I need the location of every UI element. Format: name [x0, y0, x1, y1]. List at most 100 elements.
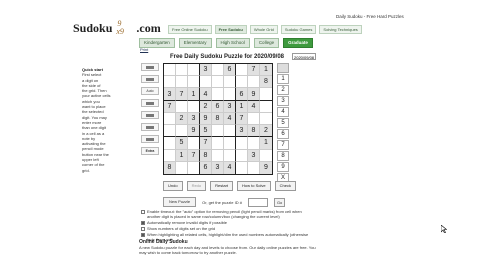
grid-cell[interactable]	[224, 125, 236, 138]
highlight-tool-button[interactable]	[141, 123, 159, 131]
grid-cell[interactable]: 9	[188, 125, 200, 138]
grid-tool-button[interactable]	[141, 135, 159, 143]
grid-cell[interactable]	[236, 161, 248, 174]
grid-cell[interactable]: 7	[164, 100, 176, 113]
grid-cell[interactable]: 8	[248, 125, 260, 138]
how-to-solve-button[interactable]: How to Solve	[237, 181, 271, 191]
eraser-tool-button[interactable]	[141, 99, 159, 107]
grid-cell[interactable]: 3	[236, 125, 248, 138]
grid-cell[interactable]	[212, 137, 224, 150]
grid-cell[interactable]: 1	[188, 88, 200, 101]
digit-button[interactable]: 5	[277, 118, 289, 128]
grid-cell[interactable]: 3	[164, 88, 176, 101]
grid-cell[interactable]	[224, 137, 236, 150]
pencil-tool-button[interactable]	[141, 63, 159, 71]
grid-cell[interactable]	[212, 149, 224, 162]
grid-cell[interactable]: 7	[200, 137, 212, 150]
level-graduate[interactable]: Graduate	[283, 38, 313, 48]
grid-cell[interactable]	[176, 64, 188, 77]
redo-button[interactable]: Redo	[186, 181, 207, 191]
grid-cell[interactable]	[224, 88, 236, 101]
option-checkbox[interactable]	[141, 209, 145, 214]
grid-cell[interactable]: 6	[212, 100, 224, 113]
grid-cell[interactable]: 3	[248, 149, 260, 162]
nav-tab-games[interactable]: Sudoku Games	[280, 25, 317, 34]
digit-button[interactable]: 8	[277, 151, 289, 161]
grid-cell[interactable]: 4	[248, 100, 260, 113]
grid-cell[interactable]	[260, 100, 272, 113]
grid-cell[interactable]: 7	[188, 149, 200, 162]
grid-cell[interactable]: 8	[260, 76, 272, 89]
print-link[interactable]: Print	[140, 47, 148, 52]
grid-cell[interactable]	[164, 112, 176, 126]
grid-cell[interactable]	[260, 88, 272, 101]
grid-cell[interactable]: 4	[200, 88, 212, 101]
grid-cell[interactable]: 3	[200, 64, 212, 77]
nav-tab-online[interactable]: Free Online Sudoku	[168, 25, 212, 34]
grid-cell[interactable]: 8	[200, 149, 212, 162]
grid-cell[interactable]	[236, 76, 248, 89]
grid-cell[interactable]: 7	[248, 64, 260, 77]
new-puzzle-button[interactable]: New Puzzle	[163, 197, 197, 207]
grid-cell[interactable]	[236, 64, 248, 77]
tool-auto-button[interactable]: Auto	[141, 87, 159, 95]
digit-button[interactable]: 3	[277, 96, 289, 106]
grid-cell[interactable]	[248, 137, 260, 150]
grid-cell[interactable]	[200, 76, 212, 89]
grid-cell[interactable]	[212, 88, 224, 101]
grid-cell[interactable]: 5	[200, 125, 212, 138]
date-select[interactable]: 2020/09/08	[292, 53, 316, 60]
grid-cell[interactable]	[188, 137, 200, 150]
grid-cell[interactable]: 2	[200, 100, 212, 113]
grid-cell[interactable]	[188, 100, 200, 113]
grid-cell[interactable]: 4	[224, 161, 236, 174]
grid-cell[interactable]	[224, 76, 236, 89]
restart-button[interactable]: Restart	[210, 181, 234, 191]
grid-cell[interactable]	[164, 125, 176, 138]
nav-tab-free-sudoku[interactable]: Free Sudoku	[214, 25, 247, 34]
grid-cell[interactable]	[236, 137, 248, 150]
option-checkbox[interactable]	[141, 220, 145, 225]
grid-cell[interactable]	[176, 100, 188, 113]
top-right-link[interactable]: Daily Sudoku - Free Hard Puzzles	[336, 14, 404, 19]
grid-cell[interactable]	[212, 76, 224, 89]
grid-cell[interactable]	[188, 76, 200, 89]
option-checkbox[interactable]	[141, 226, 145, 231]
grid-cell[interactable]: 3	[188, 112, 200, 126]
grid-cell[interactable]: 1	[176, 149, 188, 162]
grid-cell[interactable]	[188, 161, 200, 174]
go-button[interactable]: Go	[273, 197, 286, 207]
check-button[interactable]: Check	[274, 181, 296, 191]
grid-cell[interactable]	[260, 112, 272, 126]
grid-cell[interactable]: 3	[212, 161, 224, 174]
grid-cell[interactable]	[164, 76, 176, 89]
puzzle-id-input[interactable]	[247, 197, 268, 207]
grid-cell[interactable]: 8	[212, 112, 224, 126]
grid-cell[interactable]	[236, 149, 248, 162]
grid-cell[interactable]: 3	[224, 100, 236, 113]
level-elementary[interactable]: Elementary	[178, 38, 212, 48]
grid-cell[interactable]: 1	[236, 100, 248, 113]
grid-cell[interactable]: 6	[200, 161, 212, 174]
grid-cell[interactable]	[176, 76, 188, 89]
pencil-multi-tool-button[interactable]	[141, 75, 159, 83]
grid-cell[interactable]	[164, 64, 176, 77]
nav-tab-whole-grid[interactable]: Whole Grid	[249, 25, 278, 34]
grid-cell[interactable]: 1	[260, 64, 272, 77]
grid-cell[interactable]: 1	[260, 137, 272, 150]
grid-cell[interactable]	[248, 76, 260, 89]
grid-cell[interactable]: 6	[236, 88, 248, 101]
grid-cell[interactable]: 6	[224, 64, 236, 77]
grid-cell[interactable]: 8	[164, 161, 176, 174]
digit-button[interactable]: 4	[277, 107, 289, 117]
grid-cell[interactable]: 2	[260, 125, 272, 138]
grid-cell[interactable]: 9	[260, 161, 272, 174]
digit-button[interactable]: 1	[277, 74, 289, 84]
grid-cell[interactable]	[224, 149, 236, 162]
grid-cell[interactable]	[212, 125, 224, 138]
grid-cell[interactable]: 9	[200, 112, 212, 126]
grid-cell[interactable]	[164, 137, 176, 150]
level-high-school[interactable]: High School	[215, 38, 250, 48]
level-college[interactable]: College	[253, 38, 280, 48]
grid-cell[interactable]	[176, 161, 188, 174]
